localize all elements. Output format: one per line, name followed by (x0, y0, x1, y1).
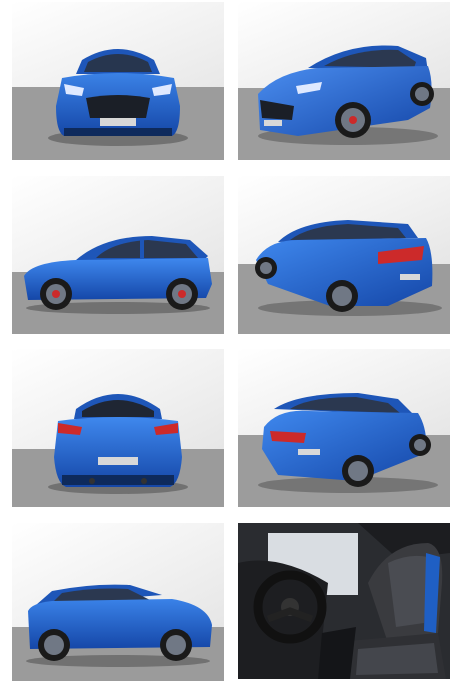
photo-tile-rear-three-quarter[interactable] (238, 176, 450, 334)
photo-tile-front[interactable] (12, 2, 224, 160)
photo-tile-side[interactable] (12, 176, 224, 334)
photo-tile-rear-three-quarter-right[interactable] (238, 349, 450, 507)
photo-tile-side-alt[interactable] (12, 523, 224, 681)
photo-gallery (0, 0, 452, 681)
car-photo-rear-three-quarter (238, 176, 450, 334)
car-photo-side-alt (12, 523, 224, 681)
car-photo-rear-three-quarter-right (238, 349, 450, 507)
photo-tile-front-three-quarter[interactable] (238, 2, 450, 160)
car-photo-front-three-quarter (238, 2, 450, 160)
car-photo-interior (238, 523, 450, 679)
photo-tile-interior[interactable] (238, 523, 450, 679)
car-photo-side (12, 176, 224, 334)
car-photo-rear (12, 349, 224, 507)
photo-tile-rear[interactable] (12, 349, 224, 507)
car-photo-front (12, 2, 224, 160)
